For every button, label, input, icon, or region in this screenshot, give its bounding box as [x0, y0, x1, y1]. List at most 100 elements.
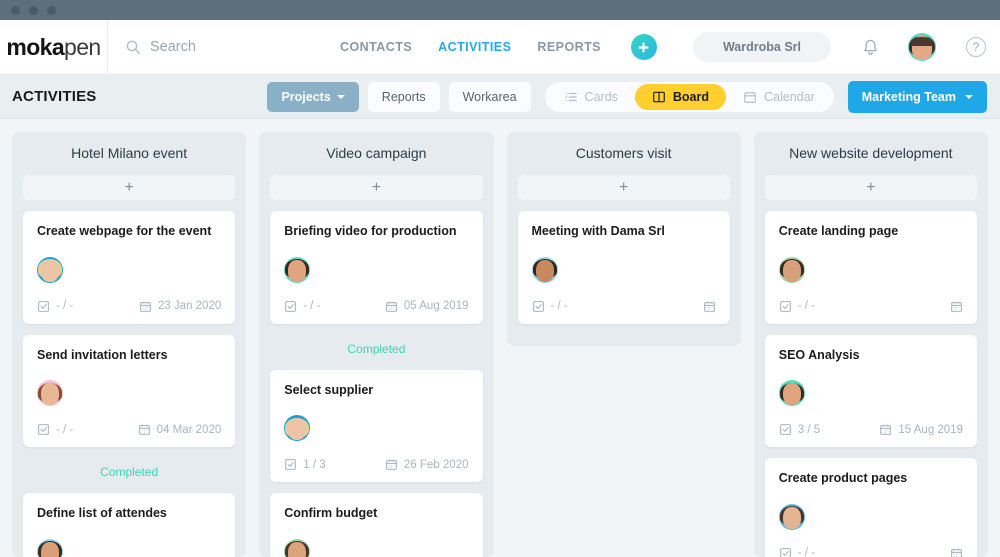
projects-label: Projects	[281, 89, 331, 104]
chevron-down-icon	[336, 94, 345, 99]
add-new-button[interactable]	[630, 34, 657, 60]
task-assignee-avatar[interactable]	[37, 538, 63, 557]
checklist-icon	[285, 459, 297, 471]
board-column: Customers visit + Meeting with Dama Srl - /…	[506, 132, 741, 346]
workarea-button[interactable]: Workarea	[448, 81, 531, 112]
checklist-icon	[38, 300, 49, 312]
bell-icon[interactable]	[861, 38, 880, 57]
avatar-face	[535, 259, 554, 282]
avatar[interactable]	[908, 33, 936, 61]
logo-light-text: pen	[64, 33, 101, 60]
tab-board[interactable]: Board	[634, 83, 727, 110]
task-due-date	[950, 547, 963, 557]
checklist-icon	[285, 300, 297, 312]
task-due-date: 26 Feb 2020	[385, 458, 469, 471]
avatar-face	[782, 506, 801, 529]
task-card[interactable]: Confirm budget- / -	[270, 493, 483, 557]
add-card-button[interactable]: +	[764, 175, 977, 200]
task-card[interactable]: Create webpage for the event - / - 23 Jan …	[23, 211, 236, 324]
tab-calendar[interactable]: Calendar	[726, 84, 832, 110]
task-card-footer: - / - 05 Aug 2019	[284, 300, 469, 313]
organization-selector[interactable]: Wardroba Srl	[692, 32, 831, 62]
nav-link-reports[interactable]: REPORTS	[537, 40, 601, 54]
avatar-face	[41, 541, 59, 557]
window-close-dot[interactable]	[11, 5, 20, 15]
add-card-button[interactable]: +	[270, 175, 483, 200]
kanban-board: Hotel Milano event + Create webpage for th…	[0, 119, 1000, 557]
task-assignee-avatar[interactable]	[284, 415, 311, 442]
task-card-title: Confirm budget	[284, 506, 378, 521]
task-checklist: - / -	[779, 547, 815, 557]
task-card[interactable]: Send invitation letters - / - 04 Mar 2020	[23, 334, 236, 448]
task-assignee-avatar[interactable]	[778, 503, 805, 530]
nav-link-contacts[interactable]: CONTACTS	[340, 40, 412, 54]
window-minimize-dot[interactable]	[29, 5, 38, 15]
team-selector-button[interactable]: Marketing Team	[847, 80, 987, 113]
task-card[interactable]: SEO Analysis 3 / 5 15 Aug 2019	[764, 334, 977, 448]
completed-divider-label: Completed	[347, 341, 406, 356]
nav-link-activities[interactable]: ACTIVITIES	[438, 40, 511, 54]
task-assignee-avatar[interactable]	[284, 538, 311, 557]
task-card-footer: - / -	[779, 300, 963, 313]
task-assignee-avatar[interactable]	[37, 256, 63, 283]
task-card-title: SEO Analysis	[778, 347, 860, 362]
view-switcher: Cards Board Calendar	[544, 81, 834, 112]
task-card-title: Select supplier	[284, 382, 374, 397]
calendar-icon	[703, 301, 715, 312]
app-logo[interactable]: mokapen	[0, 19, 108, 75]
calendar-icon	[744, 91, 756, 103]
search-box[interactable]	[125, 39, 340, 55]
task-card-title: Briefing video for production	[284, 224, 457, 238]
task-due-date-text: 15 Aug 2019	[898, 423, 963, 436]
task-card[interactable]: Select supplier 1 / 3 26 Feb 2020	[270, 369, 483, 483]
page-subheader: ACTIVITIES Projects Reports Workarea Car…	[0, 75, 1000, 119]
avatar-face	[288, 541, 307, 557]
calendar-icon	[385, 459, 397, 471]
task-card[interactable]: Meeting with Dama Srl - / -	[517, 211, 730, 324]
avatar-face	[41, 383, 59, 406]
task-card-footer: - / - 23 Jan 2020	[37, 300, 221, 313]
task-checklist-count: - / -	[797, 300, 815, 313]
board-column: Video campaign + Briefing video for produc…	[259, 132, 494, 557]
calendar-icon	[951, 301, 962, 312]
task-assignee-avatar[interactable]	[284, 256, 311, 283]
completed-divider-label: Completed	[100, 465, 159, 480]
task-card-footer: - / -	[532, 300, 716, 313]
task-card[interactable]: Define list of attendes- / -	[23, 493, 236, 557]
task-due-date: 15 Aug 2019	[879, 423, 963, 436]
board-column: Hotel Milano event + Create webpage for th…	[12, 132, 247, 557]
board-column-title: Hotel Milano event	[71, 145, 188, 161]
task-card-title: Create landing page	[778, 224, 899, 238]
help-icon[interactable]: ?	[966, 37, 986, 57]
task-assignee-avatar[interactable]	[778, 256, 805, 283]
task-checklist-count: 3 / 5	[797, 423, 821, 436]
window-maximize-dot[interactable]	[47, 5, 56, 15]
task-due-date: 23 Jan 2020	[139, 300, 221, 313]
task-card[interactable]: Briefing video for production - / - 05 Aug…	[270, 211, 483, 324]
subheader-controls: Projects Reports Workarea Cards Board Ca…	[267, 80, 987, 113]
task-due-date	[703, 300, 716, 313]
calendar-icon	[951, 548, 962, 557]
add-card-button[interactable]: +	[517, 175, 730, 200]
calendar-icon	[385, 301, 397, 312]
board-column-title: Customers visit	[575, 145, 672, 161]
task-card[interactable]: Create product pages - / -	[764, 458, 977, 557]
search-input[interactable]	[150, 39, 340, 55]
task-assignee-avatar[interactable]	[37, 380, 63, 407]
task-checklist: - / -	[37, 300, 73, 313]
reports-button[interactable]: Reports	[367, 81, 440, 112]
task-checklist-count: 1 / 3	[303, 458, 326, 471]
checklist-icon	[779, 547, 791, 557]
task-card[interactable]: Create landing page - / -	[764, 211, 977, 324]
task-checklist: - / -	[779, 300, 815, 313]
projects-dropdown-button[interactable]: Projects	[267, 81, 359, 112]
task-assignee-avatar[interactable]	[531, 256, 558, 283]
task-card-title: Send invitation letters	[37, 347, 168, 362]
tab-cards[interactable]: Cards	[547, 84, 635, 110]
checklist-icon	[532, 300, 544, 312]
checklist-icon	[779, 300, 791, 312]
avatar-face	[288, 418, 307, 441]
checklist-icon	[38, 424, 49, 436]
add-card-button[interactable]: +	[23, 175, 236, 200]
task-assignee-avatar[interactable]	[778, 380, 805, 407]
